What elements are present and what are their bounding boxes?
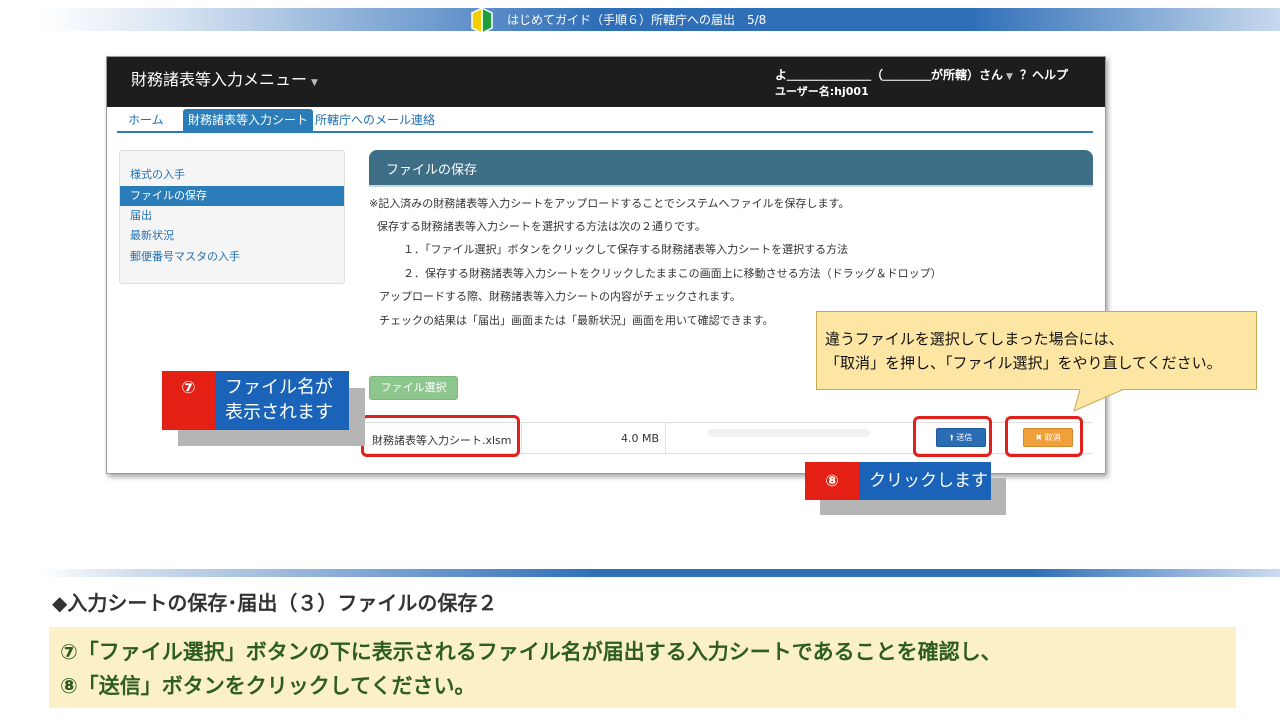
- step8-label: ⑧ クリックします: [805, 462, 991, 500]
- sidebar-item-postal-master[interactable]: 郵便番号マスタの入手: [120, 247, 344, 267]
- tab-bar: ホーム 財務諸表等入力シート 所轄庁へのメール連絡: [117, 109, 1093, 133]
- highlight-cancel-button: [1005, 416, 1083, 457]
- app-brand-label: 財務諸表等入力メニュー: [131, 70, 308, 89]
- beginner-mark-icon: [471, 6, 493, 35]
- callout-pointer: [1073, 389, 1123, 412]
- step7-label: ⑦ ファイル名が 表示されます: [162, 371, 349, 430]
- callout-line1: 違うファイルを選択してしまった場合には、: [825, 330, 1124, 348]
- highlight-send-button: [913, 416, 992, 457]
- tab-home[interactable]: ホーム: [123, 109, 169, 131]
- instruction-text: ２．保存する財務諸表等入力シートをクリックしたままこの画面上に移動させる方法（ド…: [403, 267, 942, 280]
- step7-text-line1: ファイル名が: [225, 377, 333, 398]
- panel-divider: [369, 185, 1093, 187]
- instruction-text: ※記入済みの財務諸表等入力シートをアップロードすることでシステムへファイルを保存…: [369, 197, 850, 210]
- panel-title: ファイルの保存: [386, 163, 478, 178]
- instruction-box: ⑦「ファイル選択」ボタンの下に表示されるファイル名が届出する入力シートであること…: [49, 627, 1236, 708]
- navbar: 財務諸表等入力メニュー ▼ よ＿＿＿＿＿＿＿（＿＿＿＿が所轄）さん ▼ ユーザー名:…: [107, 57, 1105, 107]
- sidebar-item-save-file[interactable]: ファイルの保存: [120, 186, 344, 206]
- sidebar-item-get-form[interactable]: 様式の入手: [120, 165, 344, 185]
- instruction-text: アップロードする際、財務諸表等入力シートの内容がチェックされます。: [379, 290, 741, 303]
- column-divider: [521, 423, 522, 453]
- sidebar-item-latest-status[interactable]: 最新状況: [120, 226, 344, 246]
- upload-progress-bar: [708, 429, 870, 437]
- tab-mail-contact[interactable]: 所轄庁へのメール連絡: [310, 109, 440, 131]
- file-select-button[interactable]: ファイル選択: [369, 376, 458, 400]
- step8-text: クリックします: [859, 462, 991, 500]
- highlight-file-name: [361, 415, 520, 457]
- tab-input-sheet[interactable]: 財務諸表等入力シート: [183, 109, 314, 131]
- instruction-line2: ⑧「送信」ボタンをクリックしてください。: [60, 674, 476, 698]
- step7-text-line2: 表示されます: [225, 402, 333, 423]
- chevron-down-icon: ▼: [1006, 72, 1013, 82]
- callout-text: 違うファイルを選択してしまった場合には、 「取消」を押し、「ファイル選択」をやり…: [825, 327, 1222, 375]
- chevron-down-icon: ▼: [311, 78, 318, 88]
- sidebar: 様式の入手 ファイルの保存 届出 最新状況 郵便番号マスタの入手: [119, 150, 345, 284]
- instruction-text: 保存する財務諸表等入力シートを選択する方法は次の２通りです。: [377, 220, 706, 233]
- instruction-line1: ⑦「ファイル選択」ボタンの下に表示されるファイル名が届出する入力シートであること…: [60, 640, 1002, 664]
- slide-banner-title: はじめてガイド（手順６）所轄庁への届出 5/8: [507, 13, 767, 27]
- panel-header: ファイルの保存: [369, 150, 1093, 186]
- callout-box: 違うファイルを選択してしまった場合には、 「取消」を押し、「ファイル選択」をやり…: [816, 311, 1257, 390]
- user-name-label: よ＿＿＿＿＿＿＿（＿＿＿＿が所轄）さん: [775, 68, 1004, 82]
- column-divider: [665, 423, 666, 453]
- step7-text: ファイル名が 表示されます: [215, 371, 349, 430]
- help-link[interactable]: ？ヘルプ: [1020, 66, 1068, 83]
- app-brand-menu[interactable]: 財務諸表等入力メニュー ▼: [131, 66, 318, 90]
- user-id-label: ユーザー名:hj001: [775, 85, 869, 98]
- instruction-text: １．「ファイル選択」ボタンをクリックして保存する財務諸表等入力シートを選択する方…: [403, 243, 849, 256]
- sidebar-item-submit[interactable]: 届出: [120, 206, 344, 226]
- instruction-text: チェックの結果は「届出」画面または「最新状況」画面を用いて確認できます。: [379, 314, 774, 327]
- callout-line2: 「取消」を押し、「ファイル選択」をやり直してください。: [825, 354, 1222, 372]
- file-size: 4.0 MB: [621, 432, 660, 445]
- step7-number: ⑦: [162, 371, 215, 430]
- section-divider: [40, 569, 1280, 577]
- user-menu[interactable]: よ＿＿＿＿＿＿＿（＿＿＿＿が所轄）さん ▼: [775, 66, 1013, 83]
- step8-number: ⑧: [805, 462, 859, 500]
- section-title: ◆入力シートの保存･届出（３）ファイルの保存２: [52, 591, 498, 615]
